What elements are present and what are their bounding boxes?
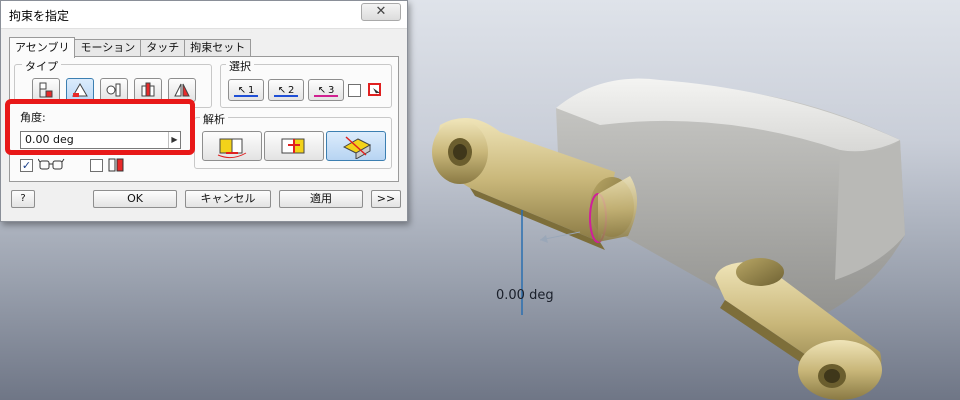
tab-assembly[interactable]: アセンブリ [9,37,76,58]
cursor-arrow-icon: ↖ [237,84,246,96]
tab-motion[interactable]: モーション [74,39,142,57]
first-occurrence-checkbox[interactable] [348,84,361,97]
explicit-reference-vector-button[interactable] [326,131,386,161]
predict-offset-icon-wrap [108,157,124,176]
select-2-button[interactable]: ↖ 2 [268,79,304,101]
tangent-constraint-icon [106,83,121,97]
type-group-label: タイプ [22,58,61,74]
show-preview-checkbox[interactable]: ✓ [20,159,33,172]
mate-constraint-icon [39,82,53,98]
tab-strip: アセンブリ モーション タッチ 拘束セット [9,37,252,58]
cursor-arrow-icon: ↖ [277,84,286,96]
angle-input[interactable]: 0.00 deg ▶ [20,131,181,149]
select-1-number: 1 [248,84,255,96]
select-1-button[interactable]: ↖ 1 [228,79,264,101]
dialog-titlebar[interactable]: 拘束を指定 ✕ [1,1,407,29]
predict-offset-checkbox[interactable] [90,159,103,172]
solution-group-label: 解析 [200,111,228,127]
directed-angle-icon [217,138,247,159]
glasses-icon [37,158,65,170]
viewport-angle-readout: 0.00 deg [496,288,554,303]
place-constraint-dialog: 拘束を指定 ✕ アセンブリ モーション タッチ 拘束セット タイプ 選択 ↖ 1… [0,0,408,222]
tab-transitional[interactable]: タッチ [140,39,186,57]
ok-button[interactable]: OK [93,190,177,208]
apply-button[interactable]: 適用 [279,190,363,208]
directed-angle-button[interactable] [202,131,262,161]
angle-input-highlight: 角度: 0.00 deg ▶ [5,99,195,155]
undirected-angle-button[interactable] [264,131,324,161]
tab-constraint-set[interactable]: 拘束セット [184,39,252,57]
symmetry-constraint-icon [174,83,190,97]
close-icon: ✕ [375,4,387,19]
explicit-reference-vector-icon [342,136,372,159]
cancel-button[interactable]: キャンセル [185,190,271,208]
pick-part-first-button[interactable] [366,81,384,99]
angle-value: 0.00 deg [25,133,74,146]
selection-group-label: 選択 [226,58,254,74]
angle-label: 角度: [20,111,46,124]
show-preview-icon-wrap [37,157,66,174]
dialog-title: 拘束を指定 [9,9,70,23]
angle-constraint-icon [72,83,88,97]
help-button[interactable]: ? [11,190,35,208]
predict-offset-icon [108,158,124,172]
select-2-number: 2 [288,84,295,96]
select-3-number: 3 [328,84,335,96]
close-button[interactable]: ✕ [361,3,401,21]
cursor-arrow-icon: ↖ [317,84,326,96]
pick-part-first-icon [368,83,381,97]
select-3-button[interactable]: ↖ 3 [308,79,344,101]
help-icon: ? [20,193,26,204]
more-options-button[interactable]: >> [371,190,401,208]
insert-constraint-icon [141,82,155,97]
angle-dropdown-arrow-icon[interactable]: ▶ [168,132,180,148]
undirected-angle-icon [281,138,305,154]
